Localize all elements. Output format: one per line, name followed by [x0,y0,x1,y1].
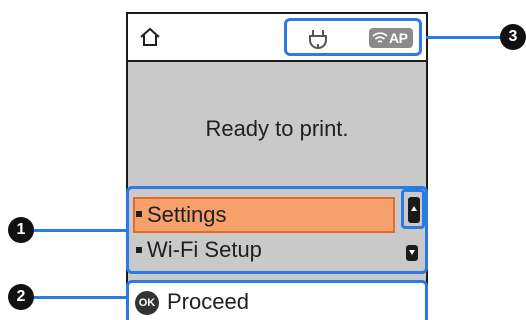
menu-item-wifi-setup[interactable]: Wi-Fi Setup [133,233,395,269]
callout-3-badge: 3 [500,24,526,50]
footer-bar: OK Proceed [126,280,428,320]
scroll-controls [401,189,425,271]
scroll-up-icon[interactable] [408,197,420,223]
menu-item-label: Settings [147,202,227,227]
status-message: Ready to print. [205,116,349,141]
wifi-icon [372,32,388,43]
callout-1-line [26,229,128,232]
scroll-down-icon[interactable] [406,245,418,261]
callout-2-line [26,296,128,299]
ok-button-icon[interactable]: OK [135,291,159,315]
menu-list: Settings Wi-Fi Setup [126,186,428,274]
power-icon [309,30,327,49]
status-icons-group: AP [284,18,422,56]
bullet-icon [136,211,142,217]
callout-2-badge: 2 [8,284,34,310]
menu-item-settings[interactable]: Settings [133,197,395,233]
status-bar: AP [128,14,426,62]
bullet-icon [136,247,142,253]
wifi-ap-badge: AP [369,28,413,48]
callout-3-line [426,36,508,39]
menu-item-label: Wi-Fi Setup [147,237,262,262]
scroll-up-highlight [401,189,425,229]
ap-label: AP [389,30,408,46]
printer-lcd-screen: AP Ready to print. Settings Wi-Fi Setup … [126,12,428,320]
home-icon[interactable] [138,25,162,49]
proceed-label: Proceed [167,289,249,314]
callout-1-badge: 1 [8,217,34,243]
